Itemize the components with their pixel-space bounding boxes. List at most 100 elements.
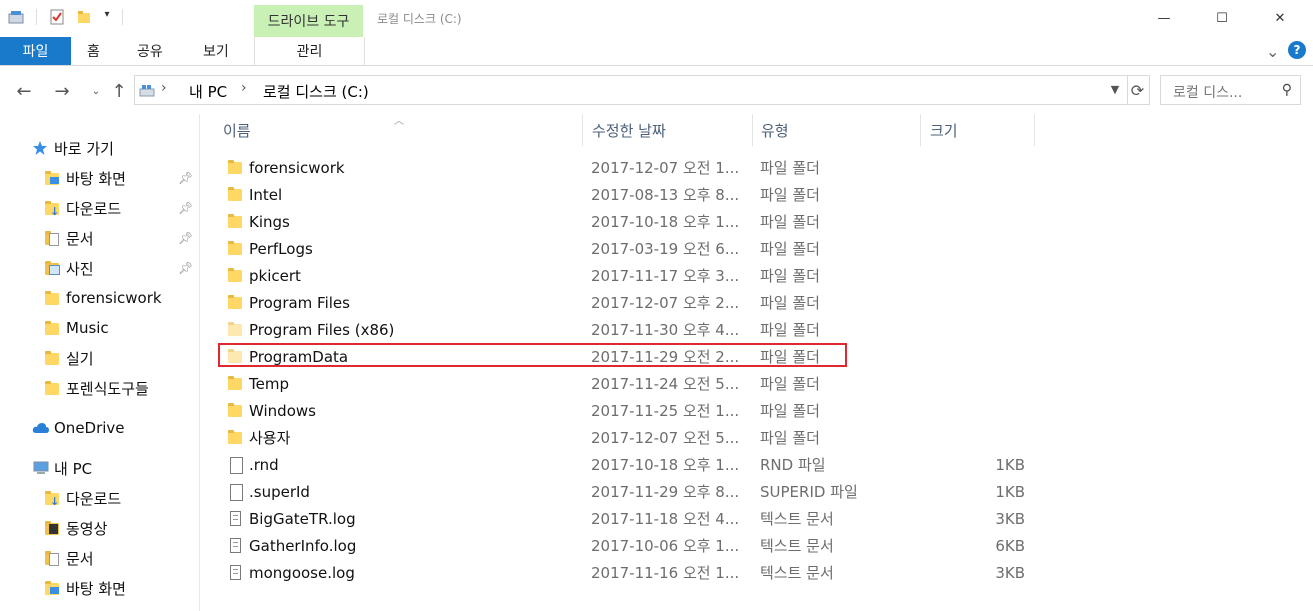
sidebar-item-documents[interactable]: 문서 (44, 225, 94, 251)
file-size (978, 316, 1025, 343)
file-icon (227, 456, 244, 474)
highlight-box (218, 343, 847, 367)
table-row[interactable]: forensicwork 2017-12-07 오전 1... 파일 폴더 (218, 154, 1038, 181)
sidebar-item-pc-videos[interactable]: 동영상 (44, 515, 107, 541)
table-row[interactable]: mongoose.log 2017-11-16 오전 1... 텍스트 문서 3KB (218, 559, 1038, 586)
help-icon[interactable]: ? (1288, 41, 1306, 59)
pin-icon[interactable]: 📌︎ (178, 231, 193, 245)
file-type: SUPERID 파일 (760, 483, 858, 501)
file-name: Temp (249, 374, 289, 393)
up-arrow-icon[interactable]: ↑ (108, 80, 130, 102)
pin-icon[interactable]: 📌︎ (178, 261, 193, 275)
file-type: 파일 폴더 (760, 429, 820, 447)
file-size: 3KB (995, 509, 1025, 528)
table-row[interactable]: Program Files (x86) 2017-11-30 오후 4... 파일 … (218, 316, 1038, 343)
table-row[interactable]: .superId 2017-11-29 오후 8... SUPERID 파일 1KB (218, 478, 1038, 505)
sidebar-item-forensicwork[interactable]: forensicwork (44, 285, 162, 311)
sidebar-item-downloads[interactable]: ↓ 다운로드 (44, 195, 121, 221)
breadcrumb-separator[interactable]: › (241, 80, 247, 96)
sidebar-this-pc[interactable]: 내 PC (32, 455, 92, 481)
sidebar-item-music[interactable]: Music (44, 315, 109, 341)
sidebar-item-desktop[interactable]: 바탕 화면 (44, 165, 126, 191)
refresh-icon[interactable]: ⟳ (1126, 75, 1150, 105)
file-type: 텍스트 문서 (760, 564, 834, 582)
customize-quick-access-icon[interactable]: ▾ (99, 9, 115, 25)
breadcrumb-separator[interactable]: › (161, 80, 167, 96)
address-bar[interactable]: › 내 PC › 로컬 디스크 (C:) (134, 75, 1128, 105)
file-type: RND 파일 (760, 456, 826, 474)
sidebar-onedrive[interactable]: OneDrive (32, 415, 125, 441)
sidebar-quick-access[interactable]: 바로 가기 (32, 135, 114, 161)
table-row[interactable]: PerfLogs 2017-03-19 오전 6... 파일 폴더 (218, 235, 1038, 262)
sidebar-item-label: 실기 (66, 349, 94, 368)
videos-folder-icon (44, 520, 60, 536)
file-size (978, 397, 1025, 424)
new-folder-icon[interactable] (76, 9, 92, 25)
close-button[interactable]: ✕ (1257, 0, 1303, 37)
table-row[interactable]: .rnd 2017-10-18 오후 1... RND 파일 1KB (218, 451, 1038, 478)
file-type: 파일 폴더 (760, 294, 820, 312)
properties-icon[interactable] (49, 9, 65, 25)
file-name: Program Files (249, 293, 350, 312)
search-input[interactable]: 로컬 디스... ⚲ (1160, 75, 1301, 105)
table-row[interactable]: Program Files 2017-12-07 오후 2... 파일 폴더 (218, 289, 1038, 316)
sidebar-item-label: 문서 (66, 229, 94, 248)
table-row[interactable]: Windows 2017-11-25 오전 1... 파일 폴더 (218, 397, 1038, 424)
tab-share[interactable]: 공유 (137, 37, 163, 65)
desktop-folder-icon (44, 170, 60, 186)
forward-arrow-icon[interactable]: → (51, 80, 73, 102)
sidebar-item-practical[interactable]: 실기 (44, 345, 94, 371)
pin-icon[interactable]: 📌︎ (178, 171, 193, 185)
table-row[interactable]: BigGateTR.log 2017-11-18 오전 4... 텍스트 문서 3KB (218, 505, 1038, 532)
column-divider[interactable] (920, 114, 921, 146)
file-name: forensicwork (249, 158, 345, 177)
column-header-date[interactable]: 수정한 날짜 (592, 114, 666, 146)
ribbon-expand-icon[interactable]: ⌄ (1266, 37, 1279, 65)
table-row[interactable]: 사용자 2017-12-07 오전 5... 파일 폴더 (218, 424, 1038, 451)
maximize-button[interactable]: ☐ (1199, 0, 1245, 37)
pin-icon[interactable]: 📌︎ (178, 201, 193, 215)
column-divider[interactable] (1034, 114, 1035, 146)
table-row[interactable]: Kings 2017-10-18 오후 1... 파일 폴더 (218, 208, 1038, 235)
folder-icon (227, 375, 244, 392)
file-date-modified: 2017-11-29 오후 8... (591, 483, 740, 501)
table-row[interactable]: GatherInfo.log 2017-10-06 오후 1... 텍스트 문서 6K… (218, 532, 1038, 559)
table-row[interactable]: pkicert 2017-11-17 오후 3... 파일 폴더 (218, 262, 1038, 289)
table-row[interactable]: Intel 2017-08-13 오후 8... 파일 폴더 (218, 181, 1038, 208)
text-document-icon (227, 510, 244, 527)
minimize-button[interactable]: — (1141, 0, 1187, 37)
file-size (978, 343, 1025, 370)
sidebar-item-pc-desktop[interactable]: 바탕 화면 (44, 575, 126, 601)
column-header-name[interactable]: 이름 (223, 114, 251, 146)
address-dropdown-icon[interactable]: ▼ (1104, 75, 1126, 103)
tab-file[interactable]: 파일 (0, 37, 71, 65)
file-size: 1KB (995, 482, 1025, 501)
cloud-icon (32, 420, 49, 436)
sidebar-item-pictures[interactable]: 사진 (44, 255, 94, 281)
file-size (978, 424, 1025, 451)
file-name: BigGateTR.log (249, 509, 356, 528)
explorer-app-icon[interactable] (8, 9, 24, 25)
sidebar-item-pc-documents[interactable]: 문서 (44, 545, 94, 571)
table-row[interactable]: Temp 2017-11-24 오전 5... 파일 폴더 (218, 370, 1038, 397)
column-header-type[interactable]: 유형 (761, 114, 789, 146)
sidebar-item-forensic-tools[interactable]: 포렌식도구들 (44, 375, 149, 401)
sidebar-item-pc-downloads[interactable]: ↓ 다운로드 (44, 485, 121, 511)
column-header-size[interactable]: 크기 (930, 114, 958, 146)
recent-locations-chevron-icon[interactable]: ⌄ (85, 80, 107, 102)
tab-view[interactable]: 보기 (203, 37, 229, 65)
file-name: mongoose.log (249, 563, 355, 582)
sidebar-item-label: 다운로드 (66, 199, 122, 218)
tab-manage[interactable]: 관리 (254, 37, 365, 65)
file-date-modified: 2017-11-16 오전 1... (591, 564, 740, 582)
column-divider[interactable] (752, 114, 753, 146)
desktop-folder-icon (44, 580, 60, 596)
downloads-folder-icon: ↓ (44, 200, 60, 218)
breadcrumb-this-pc[interactable]: 내 PC (189, 81, 227, 102)
file-date-modified: 2017-10-18 오후 1... (591, 213, 740, 231)
file-type: 파일 폴더 (760, 213, 820, 231)
breadcrumb-local-disk[interactable]: 로컬 디스크 (C:) (263, 81, 369, 102)
tab-home[interactable]: 홈 (87, 37, 100, 65)
column-divider[interactable] (582, 114, 583, 146)
back-arrow-icon[interactable]: ← (13, 80, 35, 102)
